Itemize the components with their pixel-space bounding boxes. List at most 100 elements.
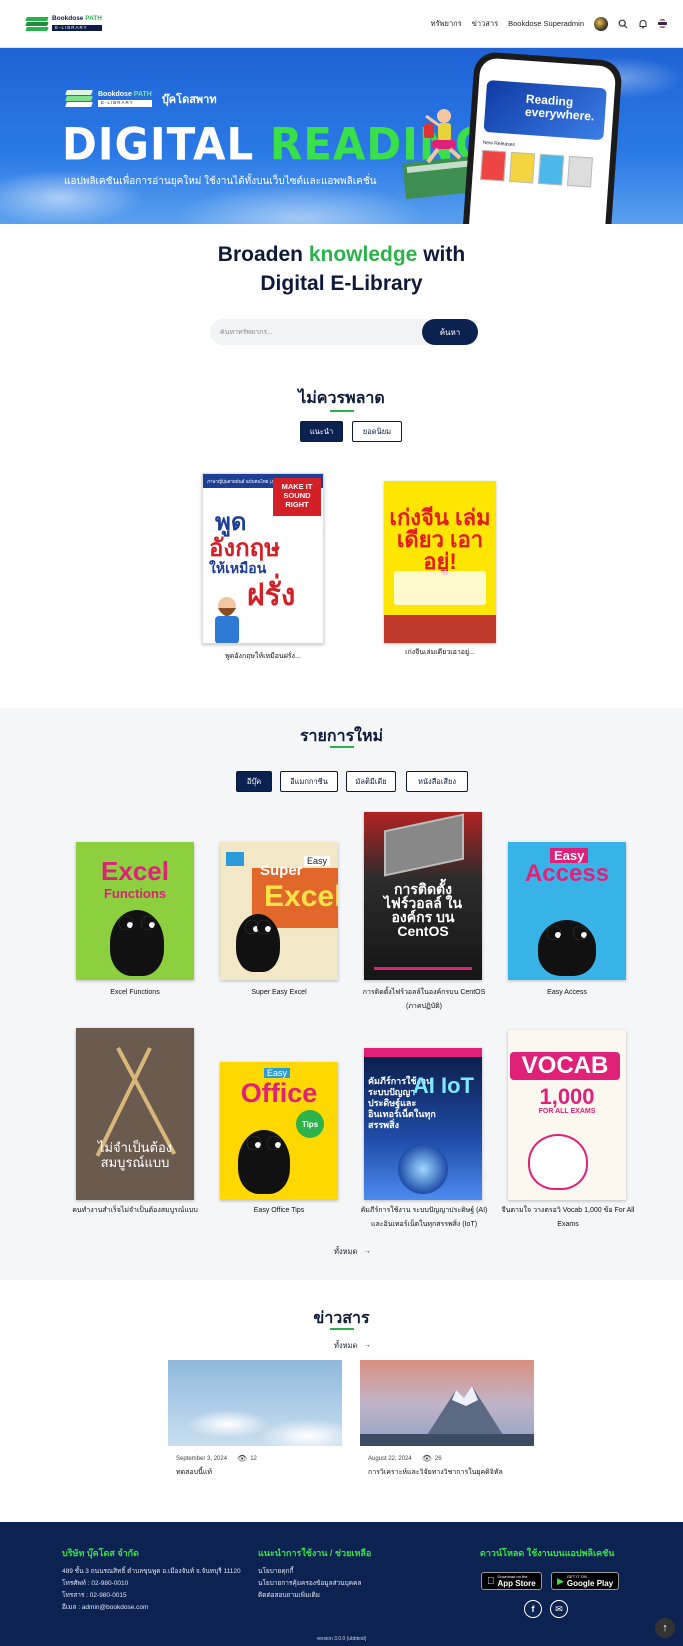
news-views: 12 bbox=[250, 1455, 257, 1462]
search-icon[interactable] bbox=[618, 19, 628, 29]
cover-title: VOCAB bbox=[510, 1052, 620, 1080]
book-cover[interactable]: VOCAB 1,000 FOR ALL EXAMS bbox=[508, 1030, 626, 1200]
hero-brand-line1-accent: PATH bbox=[133, 91, 152, 99]
tab-emagazine[interactable]: อีแมกกาซีน bbox=[280, 771, 338, 792]
book-caption[interactable]: Super Easy Excel bbox=[214, 986, 344, 1000]
cover-title: Office bbox=[240, 1078, 318, 1108]
book-caption[interactable]: จีนตามใจ วางตรอวิ Vocab 1,000 ข้อ For Al… bbox=[500, 1204, 636, 1232]
logo-line1-accent: PATH bbox=[85, 15, 102, 22]
book-caption[interactable]: คนทำงานสำเร็จไม่จำเป็นต้องสมบูรณ์แบบ bbox=[66, 1204, 204, 1218]
cover-title: Excel bbox=[264, 880, 338, 913]
cover-title: เก่งจีน เล่มเดียว เอาอยู่! bbox=[389, 505, 491, 574]
view-all-label: ทั้งหมด bbox=[334, 1247, 358, 1256]
news-image-clouds[interactable] bbox=[168, 1360, 342, 1446]
tab-multimedia[interactable]: มัลติมีเดีย bbox=[346, 771, 396, 792]
news-headline[interactable]: การวิเคราะห์และวิจัยทางวิชาการในยุคดิจิท… bbox=[368, 1467, 503, 1478]
book-cover[interactable]: การติดตั้ง ไฟร์วอลล์ ในองค์กร บน CentOS bbox=[364, 812, 482, 980]
search-input[interactable] bbox=[210, 328, 422, 336]
cover-title: Excel bbox=[101, 856, 169, 886]
book-cover[interactable]: ภาษาญี่ปุ่นสายมันส์ ฉบับคนไทย (Jpb) MAKE… bbox=[202, 473, 324, 644]
site-logo[interactable]: Bookdose PATH E-LIBRARY bbox=[25, 15, 102, 31]
play-icon: ▶ bbox=[557, 1575, 564, 1586]
cover-easy-tag: Easy bbox=[264, 1068, 291, 1078]
search-button[interactable]: ค้นหา bbox=[422, 319, 478, 345]
tab-ebook[interactable]: อีบุ๊ค bbox=[236, 771, 272, 792]
tab-recommended[interactable]: แนะนำ bbox=[300, 421, 343, 442]
intro-word-knowledge: knowledge bbox=[308, 243, 418, 266]
tab-popular[interactable]: ยอดนิยม bbox=[352, 421, 402, 442]
new-items-underline bbox=[330, 746, 354, 748]
cover-title: การติดตั้ง ไฟร์วอลล์ ในองค์กร บน CentOS bbox=[383, 881, 463, 939]
nav-user-name[interactable]: Bookdose Superadmin bbox=[508, 19, 584, 28]
book-caption[interactable]: Easy Access bbox=[502, 986, 632, 1000]
tab-audiobook[interactable]: หนังสือเสียง bbox=[406, 771, 468, 792]
book-cover[interactable]: ไม่จำเป็นต้อง สมบูรณ์แบบ bbox=[76, 1028, 194, 1200]
cover-top-text: ภาษาญี่ปุ่นสายมันส์ ฉบับคนไทย (Jpb) bbox=[207, 479, 280, 484]
footer-link-cookies[interactable]: นโยบายคุกกี้ bbox=[258, 1566, 294, 1576]
scroll-to-top-button[interactable]: ↑ bbox=[655, 1618, 675, 1638]
phone-mockup: Reading everywhere. New Releases bbox=[461, 51, 623, 224]
cover-title: Access bbox=[524, 860, 610, 887]
footer-phone: โทรศัพท์ : 02-980-0010 bbox=[62, 1580, 129, 1587]
footer-link-contact[interactable]: ติดต่อสอบถามเพิ่มเติม bbox=[258, 1590, 320, 1600]
nav-news[interactable]: ข่าวสาร bbox=[472, 18, 498, 30]
book-cover[interactable]: Excel Functions bbox=[76, 842, 194, 980]
cover-title: ไม่จำเป็นต้อง สมบูรณ์แบบ bbox=[97, 1140, 173, 1170]
facebook-icon[interactable]: f bbox=[524, 1600, 542, 1618]
book-caption[interactable]: การติดตั้งไฟร์วอลล์ในองค์กรบน CentOS (ภา… bbox=[356, 986, 492, 1014]
avatar[interactable] bbox=[594, 16, 608, 31]
eye-icon: 👁 bbox=[421, 1454, 432, 1463]
book-cover[interactable]: Easy Access bbox=[508, 842, 626, 980]
cover-badge: MAKE IT SOUND RIGHT bbox=[273, 478, 321, 516]
arrow-right-icon: → bbox=[363, 1246, 371, 1255]
top-navbar: Bookdose PATH E-LIBRARY ทรัพยากร ข่าวสาร… bbox=[0, 0, 683, 48]
book-caption[interactable]: พูดอังกฤษให้เหมือนฝรั่ง... bbox=[195, 650, 331, 664]
news-view-all[interactable]: ทั้งหมด → bbox=[334, 1340, 371, 1352]
book-cover[interactable]: เก่งจีน เล่มเดียว เอาอยู่! bbox=[384, 481, 496, 643]
cover-easy-tag: Easy bbox=[304, 856, 331, 866]
phone-banner-text: Reading everywhere. bbox=[483, 79, 607, 141]
footer-address: 489 ชั้น 3 ถนนรณสิทธิ์ ตำบลขุนพูด อ.เมือ… bbox=[62, 1568, 241, 1575]
hero-brand: Bookdose PATH E-LIBRARY บุ๊คโดสพาท bbox=[65, 90, 217, 108]
thai-flag-icon[interactable] bbox=[658, 19, 667, 28]
featured-underline bbox=[330, 410, 354, 412]
hero-title-white: DIGITAL bbox=[62, 118, 255, 171]
search-bar: ค้นหา bbox=[210, 319, 478, 345]
app-store-button[interactable]:  Download on theApp Store bbox=[481, 1572, 542, 1590]
logo-line1: Bookdose bbox=[52, 15, 84, 22]
google-play-button[interactable]: ▶ GET IT ON Google Play bbox=[551, 1572, 620, 1590]
book-caption[interactable]: Excel Functions bbox=[70, 986, 200, 1000]
intro-word-with: with bbox=[423, 243, 466, 266]
hero-logo-icon bbox=[65, 90, 93, 108]
news-date: September 3, 2024 bbox=[176, 1455, 228, 1462]
eye-icon: 👁 bbox=[237, 1454, 248, 1463]
footer-link-privacy[interactable]: นโยบายการคุ้มครองข้อมูลส่วนบุคคล bbox=[258, 1578, 361, 1588]
new-items-view-all[interactable]: ทั้งหมด → bbox=[334, 1246, 371, 1258]
book-cover[interactable]: คัมภีร์การใช้งาน ระบบปัญญาประดิษฐ์และ อิ… bbox=[364, 1048, 482, 1200]
cover-man-illustration bbox=[215, 597, 239, 643]
view-all-label: ทั้งหมด bbox=[334, 1341, 358, 1350]
news-views: 26 bbox=[434, 1455, 442, 1462]
cover-number: 1,000 bbox=[539, 1084, 595, 1109]
hero-brand-name: บุ๊คโดสพาท bbox=[161, 94, 217, 106]
book-caption[interactable]: Easy Office Tips bbox=[214, 1204, 344, 1218]
cover-ai-text: AI IoT bbox=[412, 1073, 474, 1098]
intro-word-broaden: Broaden bbox=[217, 243, 303, 266]
news-date: August 22, 2024 bbox=[368, 1455, 412, 1462]
footer-email[interactable]: อีเมล : admin@bookdose.com bbox=[62, 1602, 148, 1612]
app-store-label: App Store bbox=[490, 1578, 536, 1588]
news-headline[interactable]: ทดสอบนี้แท้ bbox=[176, 1467, 212, 1478]
book-cover[interactable]: Easy Office Tips bbox=[220, 1062, 338, 1200]
arrow-right-icon: → bbox=[363, 1340, 371, 1349]
book-cover[interactable]: Super Easy Excel bbox=[220, 842, 338, 980]
book-caption[interactable]: คัมภีร์การใช้งาน ระบบปัญญาประดิษฐ์ (AI) … bbox=[356, 1204, 492, 1232]
bell-icon[interactable] bbox=[638, 19, 648, 29]
footer: บริษัท บุ๊คโดส จำกัด 489 ชั้น 3 ถนนรณสิท… bbox=[0, 1522, 683, 1646]
footer-fax: โทรสาร : 02-980-0015 bbox=[62, 1592, 127, 1599]
hero-brand-line2: E-LIBRARY bbox=[98, 100, 152, 107]
book-caption[interactable]: เก่งจีนเล่มเดียวเอาอยู่... bbox=[370, 646, 510, 660]
nav-resources[interactable]: ทรัพยากร bbox=[431, 18, 462, 30]
email-icon[interactable]: ✉ bbox=[550, 1600, 568, 1618]
featured-title: ไม่ควรพลาด bbox=[298, 390, 385, 407]
news-image-mountain[interactable] bbox=[360, 1360, 534, 1446]
